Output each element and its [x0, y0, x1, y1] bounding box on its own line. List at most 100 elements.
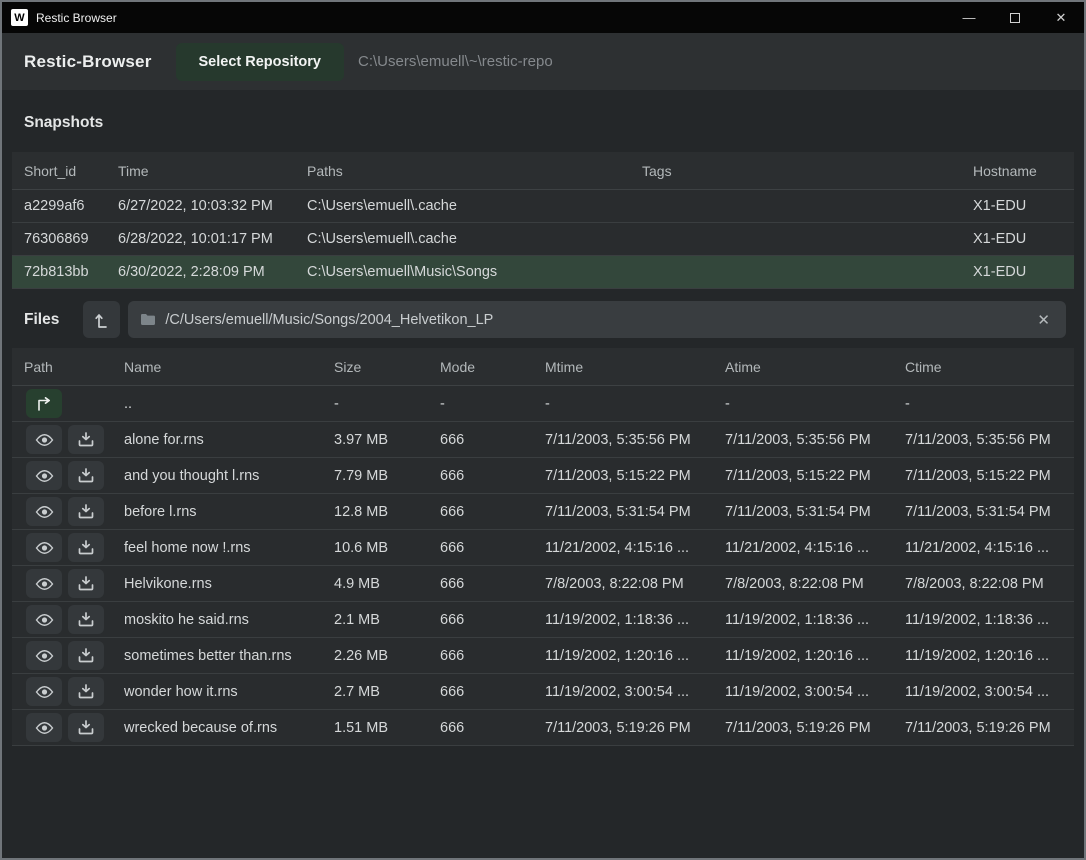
- file-row-actions: [12, 425, 124, 454]
- file-row-actions: [12, 605, 124, 634]
- file-atime: 7/8/2003, 8:22:08 PM: [725, 576, 905, 592]
- up-level-tree-button[interactable]: [83, 301, 120, 338]
- file-row-actions: [12, 461, 124, 490]
- title-bar: W Restic Browser — ✕: [2, 2, 1084, 33]
- snapshot-paths: C:\Users\emuell\Music\Songs: [295, 264, 630, 280]
- preview-file-button[interactable]: [26, 605, 62, 634]
- file-mode: 666: [440, 612, 545, 628]
- maximize-icon: [1010, 13, 1020, 23]
- app-title: Restic-Browser: [24, 52, 152, 72]
- download-icon: [78, 432, 94, 447]
- eye-icon: [35, 721, 54, 735]
- path-input[interactable]: [165, 312, 1031, 328]
- file-ctime: 11/19/2002, 3:00:54 ...: [905, 684, 1074, 700]
- clear-path-button[interactable]: ✕: [1031, 309, 1056, 331]
- file-row: and you thought l.rns 7.79 MB 666 7/11/2…: [12, 458, 1074, 494]
- download-file-button[interactable]: [68, 533, 104, 562]
- preview-file-button[interactable]: [26, 569, 62, 598]
- download-icon: [78, 468, 94, 483]
- download-file-button[interactable]: [68, 677, 104, 706]
- snapshot-short-id: 72b813bb: [12, 264, 106, 280]
- file-ctime: 11/21/2002, 4:15:16 ...: [905, 540, 1074, 556]
- maximize-button[interactable]: [992, 2, 1038, 33]
- snapshot-time: 6/30/2022, 2:28:09 PM: [106, 264, 295, 280]
- parent-row-actions: [12, 389, 124, 418]
- file-size: -: [334, 396, 440, 412]
- file-mtime: 7/11/2003, 5:35:56 PM: [545, 432, 725, 448]
- file-row-actions: [12, 713, 124, 742]
- file-mode: 666: [440, 504, 545, 520]
- snapshot-row[interactable]: a2299af6 6/27/2022, 10:03:32 PM C:\Users…: [12, 190, 1074, 223]
- download-icon: [78, 720, 94, 735]
- file-ctime: 7/11/2003, 5:15:22 PM: [905, 468, 1074, 484]
- snapshots-table: Short_id Time Paths Tags Hostname a2299a…: [12, 152, 1074, 289]
- close-icon: ✕: [1056, 10, 1067, 26]
- file-row-actions: [12, 569, 124, 598]
- download-icon: [78, 648, 94, 663]
- preview-file-button[interactable]: [26, 425, 62, 454]
- file-mtime: 11/19/2002, 1:18:36 ...: [545, 612, 725, 628]
- folder-icon: [140, 313, 156, 326]
- preview-file-button[interactable]: [26, 677, 62, 706]
- snapshot-hostname: X1-EDU: [961, 198, 1074, 214]
- file-atime: 11/19/2002, 1:18:36 ...: [725, 612, 905, 628]
- file-mode: 666: [440, 576, 545, 592]
- column-header-name: Name: [124, 359, 334, 375]
- snapshot-row[interactable]: 72b813bb 6/30/2022, 2:28:09 PM C:\Users\…: [12, 256, 1074, 289]
- file-mode: 666: [440, 720, 545, 736]
- file-ctime: 11/19/2002, 1:18:36 ...: [905, 612, 1074, 628]
- file-mtime: 11/21/2002, 4:15:16 ...: [545, 540, 725, 556]
- preview-file-button[interactable]: [26, 533, 62, 562]
- file-size: 2.26 MB: [334, 648, 440, 664]
- file-atime: 7/11/2003, 5:31:54 PM: [725, 504, 905, 520]
- file-mtime: -: [545, 396, 725, 412]
- file-size: 2.7 MB: [334, 684, 440, 700]
- file-row: wonder how it.rns 2.7 MB 666 11/19/2002,…: [12, 674, 1074, 710]
- select-repository-button[interactable]: Select Repository: [176, 43, 345, 81]
- file-name: alone for.rns: [124, 432, 334, 448]
- go-to-parent-button[interactable]: [26, 389, 62, 418]
- file-size: 7.79 MB: [334, 468, 440, 484]
- file-atime: 7/11/2003, 5:15:22 PM: [725, 468, 905, 484]
- preview-file-button[interactable]: [26, 641, 62, 670]
- download-file-button[interactable]: [68, 497, 104, 526]
- file-atime: 11/21/2002, 4:15:16 ...: [725, 540, 905, 556]
- app-header: Restic-Browser Select Repository C:\User…: [2, 33, 1084, 90]
- file-ctime: 7/11/2003, 5:31:54 PM: [905, 504, 1074, 520]
- preview-file-button[interactable]: [26, 713, 62, 742]
- download-file-button[interactable]: [68, 569, 104, 598]
- file-atime: 11/19/2002, 1:20:16 ...: [725, 648, 905, 664]
- download-icon: [78, 684, 94, 699]
- column-header-path: Path: [12, 359, 124, 375]
- preview-file-button[interactable]: [26, 461, 62, 490]
- download-icon: [78, 504, 94, 519]
- file-ctime: 7/11/2003, 5:35:56 PM: [905, 432, 1074, 448]
- snapshot-hostname: X1-EDU: [961, 231, 1074, 247]
- file-mode: -: [440, 396, 545, 412]
- download-file-button[interactable]: [68, 461, 104, 490]
- snapshot-short-id: 76306869: [12, 231, 106, 247]
- file-mode: 666: [440, 684, 545, 700]
- download-icon: [78, 612, 94, 627]
- files-table: Path Name Size Mode Mtime Atime Ctime ..…: [12, 348, 1074, 746]
- snapshot-time: 6/28/2022, 10:01:17 PM: [106, 231, 295, 247]
- repository-path-label: C:\Users\emuell\~\restic-repo: [358, 53, 553, 70]
- file-atime: -: [725, 396, 905, 412]
- download-file-button[interactable]: [68, 425, 104, 454]
- eye-icon: [35, 613, 54, 627]
- file-row-actions: [12, 641, 124, 670]
- close-button[interactable]: ✕: [1038, 2, 1084, 33]
- file-size: 12.8 MB: [334, 504, 440, 520]
- file-size: 4.9 MB: [334, 576, 440, 592]
- clear-icon: ✕: [1037, 312, 1050, 329]
- download-file-button[interactable]: [68, 605, 104, 634]
- download-file-button[interactable]: [68, 713, 104, 742]
- parent-arrow-icon: [35, 397, 53, 411]
- minimize-button[interactable]: —: [946, 2, 992, 33]
- download-file-button[interactable]: [68, 641, 104, 670]
- preview-file-button[interactable]: [26, 497, 62, 526]
- file-name: wrecked because of.rns: [124, 720, 334, 736]
- file-mtime: 11/19/2002, 1:20:16 ...: [545, 648, 725, 664]
- snapshot-row[interactable]: 76306869 6/28/2022, 10:01:17 PM C:\Users…: [12, 223, 1074, 256]
- column-header-atime: Atime: [725, 359, 905, 375]
